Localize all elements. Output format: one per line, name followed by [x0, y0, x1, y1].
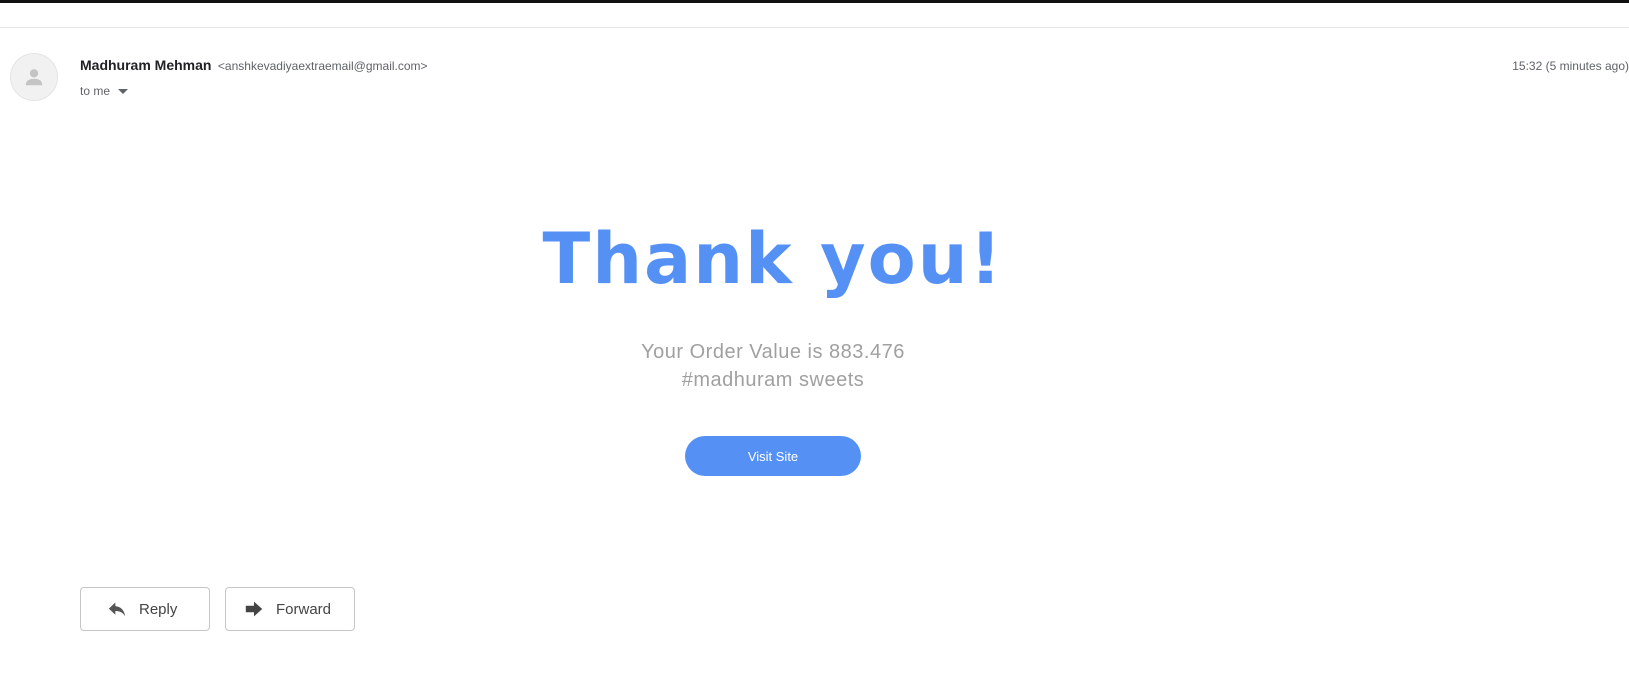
thank-you-headline: Thank you! [542, 218, 1004, 300]
message-timestamp: 15:32 (5 minutes ago) [1512, 59, 1629, 73]
visit-site-button[interactable]: Visit Site [685, 436, 861, 476]
order-value-text: Your Order Value is 883.476 [641, 341, 905, 363]
person-icon [25, 69, 43, 86]
caret-down-icon [118, 88, 129, 94]
sender-avatar [10, 53, 58, 101]
reply-icon [108, 602, 126, 617]
forward-icon [245, 601, 263, 617]
header-divider [0, 27, 1629, 28]
forward-label: Forward [276, 600, 332, 618]
sender-email: <anshkevadiyaextraemail@gmail.com> [217, 59, 428, 73]
recipient-details-toggle[interactable]: to me [80, 84, 129, 98]
sender-line: Madhuram Mehman <anshkevadiyaextraemail@… [80, 57, 428, 75]
store-tag-text: #madhuram sweets [681, 369, 865, 391]
sender-name: Madhuram Mehman [80, 57, 212, 73]
reply-button[interactable]: Reply [80, 587, 210, 631]
reply-label: Reply [139, 600, 178, 618]
recipient-label: to me [80, 84, 111, 98]
forward-button[interactable]: Forward [225, 587, 355, 631]
window-top-bar [0, 0, 1629, 3]
